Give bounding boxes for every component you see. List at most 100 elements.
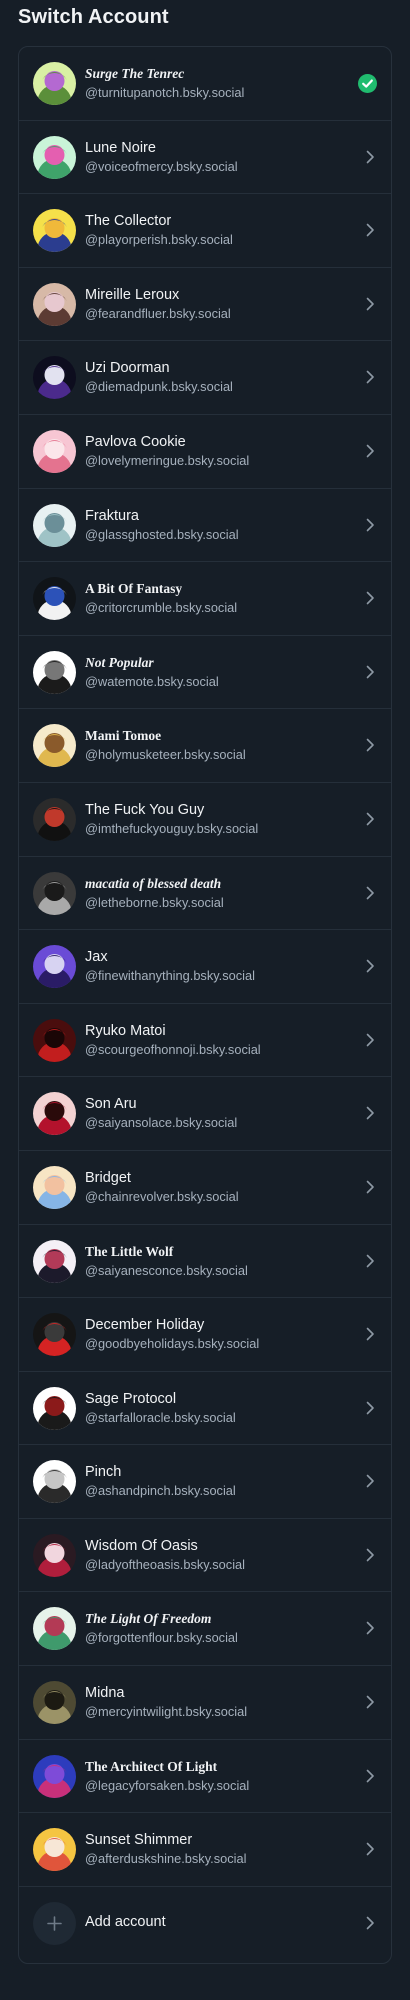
account-row[interactable]: Midna @mercyintwilight.bsky.social	[19, 1666, 391, 1740]
account-handle: @diemadpunk.bsky.social	[85, 379, 233, 395]
chevron-right-icon	[363, 958, 377, 974]
account-name: The Little Wolf	[85, 1243, 174, 1259]
account-row[interactable]: Wisdom Of Oasis @ladyoftheoasis.bsky.soci…	[19, 1519, 391, 1593]
account-handle: @critorcrumble.bsky.social	[85, 600, 238, 616]
account-name: Jax	[85, 949, 108, 966]
chevron-right-icon	[363, 1547, 377, 1563]
chevron-right-icon	[363, 1768, 377, 1784]
avatar	[33, 135, 76, 179]
avatar	[33, 209, 76, 253]
chevron-right-icon	[363, 664, 377, 680]
account-name: Uzi Doorman	[85, 360, 170, 377]
account-handle: @ashandpinch.bsky.social	[85, 1483, 236, 1499]
account-handle: @saiyansolace.bsky.social	[85, 1115, 238, 1131]
chevron-right-icon	[363, 1032, 377, 1048]
avatar	[33, 1018, 76, 1062]
account-row[interactable]: Lune Noire @voiceofmercy.bsky.social	[19, 121, 391, 195]
avatar	[33, 282, 76, 326]
chevron-right-icon	[363, 1400, 377, 1416]
avatar	[33, 1165, 76, 1209]
avatar	[33, 1386, 76, 1430]
account-row[interactable]: Son Aru @saiyansolace.bsky.social	[19, 1077, 391, 1151]
account-row[interactable]: Bridget @chainrevolver.bsky.social	[19, 1151, 391, 1225]
chevron-right-icon	[363, 885, 377, 901]
account-row[interactable]: Pinch @ashandpinch.bsky.social	[19, 1445, 391, 1519]
account-handle: @letheborne.bsky.social	[85, 894, 224, 910]
account-name: Son Aru	[85, 1096, 137, 1113]
avatar	[33, 429, 76, 473]
account-handle: @legacyforsaken.bsky.social	[85, 1777, 250, 1793]
avatar	[33, 1313, 76, 1357]
account-row[interactable]: The Architect Of Light @legacyforsaken.bs…	[19, 1740, 391, 1814]
account-handle: @fearandfluer.bsky.social	[85, 305, 231, 321]
chevron-right-icon	[363, 1105, 377, 1121]
account-handle: @forgottenflour.bsky.social	[85, 1630, 238, 1646]
account-row[interactable]: The Fuck You Guy @imthefuckyouguy.bsky.so…	[19, 783, 391, 857]
chevron-right-icon	[363, 369, 377, 385]
add-account-button[interactable]: Add account	[19, 1887, 391, 1961]
chevron-right-icon	[363, 590, 377, 606]
account-handle: @scourgeofhonnoji.bsky.social	[85, 1041, 261, 1057]
account-row[interactable]: Surge The Tenrec @turnitupanotch.bsky.soc…	[19, 47, 391, 121]
account-handle: @voiceofmercy.bsky.social	[85, 158, 238, 174]
account-name: Ryuko Matoi	[85, 1022, 166, 1039]
chevron-right-icon	[363, 1179, 377, 1195]
account-row[interactable]: The Collector @playorperish.bsky.social	[19, 194, 391, 268]
account-row[interactable]: The Light Of Freedom @forgottenflour.bsky…	[19, 1592, 391, 1667]
account-name: Pavlova Cookie	[85, 433, 186, 450]
account-list: Surge The Tenrec @turnitupanotch.bsky.soc…	[18, 46, 392, 1964]
account-name: December Holiday	[85, 1317, 205, 1334]
account-row[interactable]: Sage Protocol @starfalloracle.bsky.social	[19, 1372, 391, 1446]
account-row[interactable]: Fraktura @glassghosted.bsky.social	[19, 489, 391, 563]
account-row[interactable]: The Little Wolf @saiyanesconce.bsky.socia…	[19, 1225, 391, 1299]
avatar	[33, 356, 76, 400]
account-name: The Fuck You Guy	[85, 801, 205, 818]
avatar	[33, 1239, 76, 1283]
plus-icon	[33, 1901, 76, 1945]
chevron-right-icon	[363, 1473, 377, 1489]
account-name: A Bit Of Fantasy	[85, 581, 183, 597]
account-row[interactable]: Jax @finewithanything.bsky.social	[19, 930, 391, 1004]
chevron-right-icon	[363, 1253, 377, 1269]
account-handle: @ladyoftheoasis.bsky.social	[85, 1556, 245, 1572]
chevron-right-icon	[363, 149, 377, 165]
avatar	[33, 62, 76, 105]
account-handle: @glassghosted.bsky.social	[85, 526, 239, 542]
avatar	[33, 797, 76, 841]
account-name: Bridget	[85, 1169, 131, 1186]
chevron-right-icon	[363, 296, 377, 312]
account-row[interactable]: Ryuko Matoi @scourgeofhonnoji.bsky.social	[19, 1004, 391, 1078]
switch-account-screen: Switch Account Surge The Tenrec @turnitup…	[0, 0, 410, 2000]
account-handle: @afterduskshine.bsky.social	[85, 1851, 247, 1867]
account-name: Not Popular	[85, 654, 154, 670]
account-row[interactable]: December Holiday @goodbyeholidays.bsky.so…	[19, 1298, 391, 1372]
account-row[interactable]: macatia of blessed death @letheborne.bsky…	[19, 857, 391, 931]
page-title: Switch Account	[18, 6, 169, 28]
account-name: Pinch	[85, 1464, 122, 1481]
avatar	[33, 1460, 76, 1504]
account-handle: @playorperish.bsky.social	[85, 232, 233, 248]
account-name: Sage Protocol	[85, 1390, 177, 1407]
account-row[interactable]: Mami Tomoe @holymusketeer.bsky.social	[19, 709, 391, 783]
account-row[interactable]: Pavlova Cookie @lovelymeringue.bsky.socia…	[19, 415, 391, 489]
chevron-right-icon	[363, 737, 377, 753]
account-handle: @finewithanything.bsky.social	[85, 968, 255, 984]
avatar	[33, 650, 76, 694]
avatar	[33, 503, 76, 547]
account-handle: @chainrevolver.bsky.social	[85, 1188, 239, 1204]
avatar	[33, 1607, 76, 1651]
chevron-right-icon	[363, 517, 377, 533]
account-row[interactable]: Not Popular @watemote.bsky.social	[19, 636, 391, 710]
account-handle: @turnitupanotch.bsky.social	[85, 85, 245, 100]
account-row[interactable]: Sunset Shimmer @afterduskshine.bsky.socia…	[19, 1813, 391, 1887]
avatar	[33, 724, 76, 768]
account-name: macatia of blessed death	[85, 875, 222, 891]
account-row[interactable]: Uzi Doorman @diemadpunk.bsky.social	[19, 341, 391, 415]
avatar	[33, 1828, 76, 1872]
chevron-right-icon	[363, 1326, 377, 1342]
account-handle: @starfalloracle.bsky.social	[85, 1409, 236, 1425]
account-row[interactable]: Mireille Leroux @fearandfluer.bsky.social	[19, 268, 391, 342]
account-name: Mireille Leroux	[85, 286, 180, 303]
account-row[interactable]: A Bit Of Fantasy @critorcrumble.bsky.soci…	[19, 562, 391, 636]
check-circle-icon	[358, 74, 377, 93]
